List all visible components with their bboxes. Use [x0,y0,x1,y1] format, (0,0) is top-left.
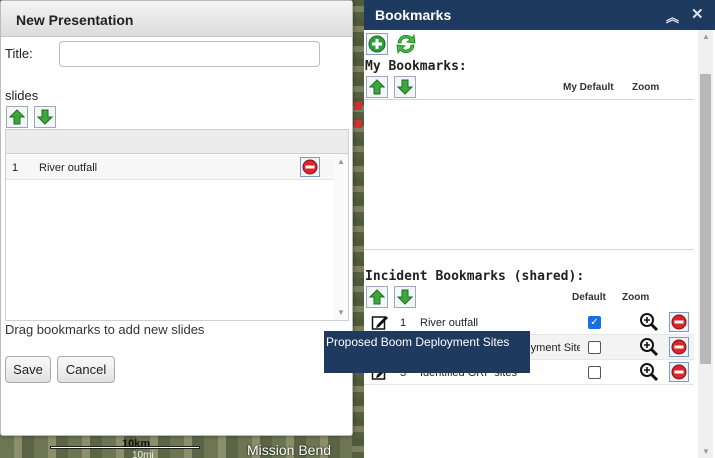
remove-slide-button[interactable] [300,157,320,177]
title-label: Title: [5,46,33,61]
bookmark-name: River outfall [420,317,479,329]
add-bookmark-button[interactable] [366,33,388,55]
arrow-up-icon [369,289,385,305]
my-move-up-button[interactable] [366,76,388,98]
incident-move-down-button[interactable] [394,286,416,308]
add-icon [368,35,386,53]
slide-row[interactable]: 1 River outfall [6,155,336,180]
save-button[interactable]: Save [5,356,51,383]
remove-bookmark-button[interactable] [669,312,689,332]
section-divider [364,249,694,250]
my-bookmarks-list-top [364,99,694,100]
my-move-down-button[interactable] [394,76,416,98]
map-scale-bar: 10km 10mi [50,438,200,458]
remove-bookmark-button[interactable] [669,337,689,357]
incident-zoom-column-header: Zoom [622,292,650,303]
remove-bookmark-button[interactable] [669,362,689,382]
arrow-down-icon [37,109,53,125]
arrow-up-icon [9,109,25,125]
title-input[interactable] [59,41,320,67]
bookmarks-scrollbar[interactable]: ▲ ▼ [698,30,713,458]
scroll-up-icon[interactable]: ▲ [337,157,345,166]
move-down-button[interactable] [34,106,56,128]
edit-icon[interactable] [371,313,389,331]
slides-scrollbar[interactable]: ▲ ▼ [334,154,348,320]
slides-list: 1 River outfall ▲ ▼ [5,129,349,321]
new-presentation-panel: New Presentation Title: slides 1 River o… [0,0,353,436]
bookmarks-body: My Bookmarks: My Default Zoom Incident B… [364,30,715,458]
cancel-button[interactable]: Cancel [57,356,115,383]
bookmarks-header: Bookmarks ︽ ✕ [364,0,715,30]
scroll-down-icon[interactable]: ▼ [337,308,345,317]
drag-hint: Drag bookmarks to add new slides [5,322,205,337]
panel-title: New Presentation [1,1,352,37]
collapse-icon[interactable]: ︽ [666,7,679,26]
bookmarks-panel: Bookmarks ︽ ✕ My Bookmarks: My Default Z… [364,0,715,458]
arrow-up-icon [369,79,385,95]
scale-km-label: 10km [122,438,151,450]
slides-label: slides [5,88,39,103]
zoom-in-icon[interactable] [639,312,659,332]
map-background-strip [352,0,364,458]
arrow-down-icon [397,79,413,95]
zoom-in-icon[interactable] [639,337,659,357]
remove-icon [671,314,687,330]
move-up-button[interactable] [6,106,28,128]
bookmark-tooltip: Proposed Boom Deployment Sites [324,331,530,373]
scale-mi-label: 10mi [132,450,154,458]
bookmark-number: 1 [400,317,407,329]
map-marker [354,120,362,128]
arrow-down-icon [397,289,413,305]
remove-icon [302,159,318,175]
refresh-icon [396,33,416,55]
my-zoom-column-header: Zoom [632,82,660,93]
remove-icon [671,339,687,355]
default-checkbox[interactable] [588,341,601,354]
slides-list-header [6,130,348,154]
zoom-in-icon[interactable] [639,362,659,382]
default-checkbox[interactable] [588,366,601,379]
my-bookmarks-title: My Bookmarks: [365,59,467,74]
scroll-thumb[interactable] [700,74,711,364]
close-icon[interactable]: ✕ [691,5,704,23]
map-place-label: Mission Bend [247,442,332,458]
slide-number: 1 [12,162,19,174]
map-marker [354,102,362,110]
scroll-up-icon[interactable]: ▲ [702,32,710,41]
refresh-button[interactable] [394,32,418,56]
default-checkbox[interactable]: ✓ [588,316,601,329]
my-default-column-header: My Default [563,82,614,93]
scroll-down-icon[interactable]: ▼ [702,447,710,456]
incident-move-up-button[interactable] [366,286,388,308]
incident-bookmarks-title: Incident Bookmarks (shared): [365,269,585,284]
remove-icon [671,364,687,380]
bookmarks-title: Bookmarks [375,7,452,23]
slide-name: River outfall [39,162,98,174]
incident-default-column-header: Default [572,292,606,303]
